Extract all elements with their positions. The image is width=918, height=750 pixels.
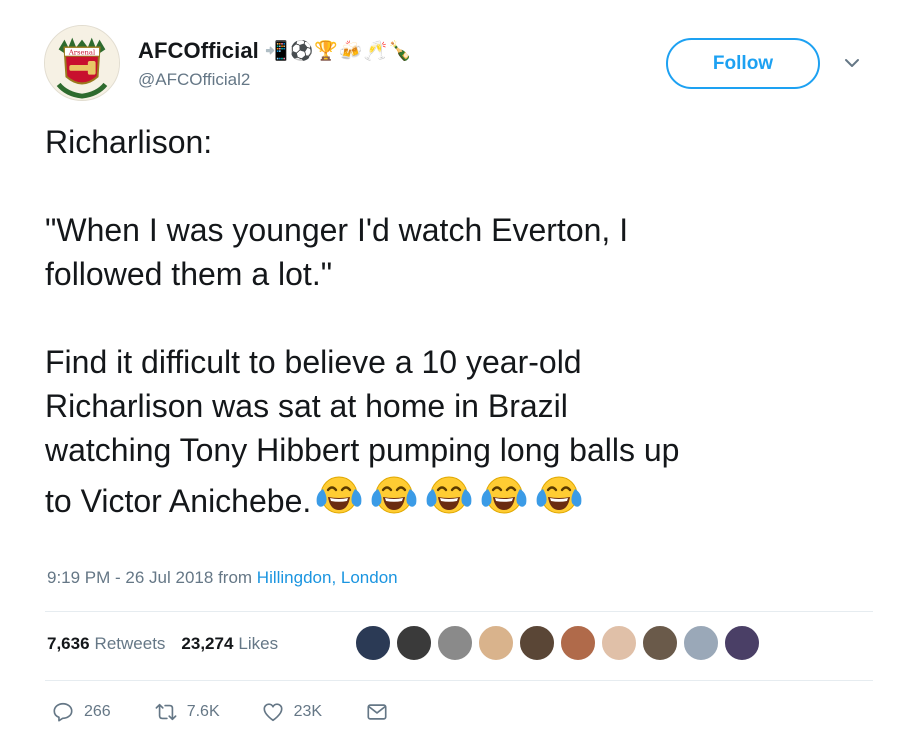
likes-label: Likes bbox=[238, 634, 279, 653]
like-count: 23K bbox=[293, 703, 323, 720]
tears-of-joy-icon bbox=[536, 476, 582, 514]
reply-count: 266 bbox=[84, 703, 111, 720]
likes-stat[interactable]: 23,274 Likes bbox=[181, 634, 278, 654]
envelope-icon bbox=[367, 704, 387, 720]
divider bbox=[45, 611, 873, 612]
liker-avatar[interactable] bbox=[395, 624, 433, 662]
direct-message-button[interactable] bbox=[366, 701, 388, 723]
follow-button[interactable]: Follow bbox=[666, 38, 820, 89]
retweets-stat[interactable]: 7,636 Retweets bbox=[47, 634, 165, 654]
tweet-line: Richarlison was sat at home in Brazil bbox=[45, 388, 568, 424]
tweet-meta: 9:19 PM - 26 Jul 2018 from Hillingdon, L… bbox=[47, 568, 398, 588]
timestamp[interactable]: 9:19 PM - 26 Jul 2018 bbox=[47, 568, 213, 587]
soccer-ball-emoji: ⚽ bbox=[289, 39, 314, 62]
location-link[interactable]: Hillingdon, London bbox=[257, 568, 398, 587]
liker-avatar[interactable] bbox=[723, 624, 761, 662]
tweet-line-last: to Victor Anichebe. bbox=[45, 472, 885, 523]
liker-avatar[interactable] bbox=[477, 624, 515, 662]
liker-avatar[interactable] bbox=[641, 624, 679, 662]
liker-avatar[interactable] bbox=[518, 624, 556, 662]
retweet-button[interactable]: 7.6K bbox=[155, 701, 220, 723]
divider bbox=[45, 680, 873, 681]
liker-avatar[interactable] bbox=[682, 624, 720, 662]
avatar[interactable]: Arsenal bbox=[44, 25, 120, 101]
liker-avatar[interactable] bbox=[600, 624, 638, 662]
tweet-line: followed them a lot." bbox=[45, 256, 333, 292]
like-button[interactable]: 23K bbox=[262, 701, 322, 723]
tweet-line: Richarlison: bbox=[45, 124, 213, 160]
user-handle[interactable]: @AFCOfficial2 bbox=[138, 70, 250, 90]
reply-button[interactable]: 266 bbox=[52, 701, 111, 723]
crest-text: Arsenal bbox=[68, 49, 95, 57]
tears-of-joy-icon bbox=[481, 476, 527, 514]
retweets-count: 7,636 bbox=[47, 634, 90, 653]
reply-icon bbox=[53, 702, 73, 722]
tweet-actions: 266 7.6K 23K bbox=[52, 701, 388, 723]
name-emoji-strip: 📲 ⚽ 🏆 🍻 🥂 🍾 bbox=[264, 39, 412, 62]
tweet-line: watching Tony Hibbert pumping long balls… bbox=[45, 432, 680, 468]
phone-emoji: 📲 bbox=[264, 39, 289, 62]
trophy-emoji: 🏆 bbox=[314, 39, 338, 62]
user-name-row: AFCOfficial 📲 ⚽ 🏆 🍻 🥂 🍾 bbox=[138, 36, 412, 66]
retweet-icon bbox=[155, 703, 177, 721]
chevron-down-icon[interactable] bbox=[843, 54, 861, 72]
beers-emoji: 🍻 bbox=[338, 39, 363, 62]
tears-of-joy-emoji-row bbox=[313, 472, 585, 518]
likes-count: 23,274 bbox=[181, 634, 234, 653]
display-name[interactable]: AFCOfficial bbox=[138, 38, 259, 64]
tweet-line: to Victor Anichebe. bbox=[45, 483, 312, 519]
liker-avatar[interactable] bbox=[354, 624, 392, 662]
liker-avatar[interactable] bbox=[559, 624, 597, 662]
tweet-stats: 7,636 Retweets 23,274 Likes bbox=[47, 634, 278, 654]
tears-of-joy-icon bbox=[316, 476, 362, 514]
heart-icon bbox=[263, 703, 283, 722]
tweet-line: Find it difficult to believe a 10 year-o… bbox=[45, 344, 582, 380]
champagne-bottle-emoji: 🍾 bbox=[388, 39, 412, 62]
tweet-text: Richarlison: "When I was younger I'd wat… bbox=[45, 120, 885, 523]
retweets-label: Retweets bbox=[94, 634, 166, 653]
tweet-line: "When I was younger I'd watch Everton, I bbox=[45, 212, 629, 248]
tears-of-joy-icon bbox=[426, 476, 472, 514]
champagne-glasses-emoji: 🥂 bbox=[363, 39, 388, 62]
tears-of-joy-icon bbox=[371, 476, 417, 514]
liker-avatars bbox=[354, 624, 761, 662]
from-label: from bbox=[218, 568, 253, 587]
liker-avatar[interactable] bbox=[436, 624, 474, 662]
arsenal-crest-icon: Arsenal bbox=[45, 26, 119, 100]
retweet-count: 7.6K bbox=[186, 703, 220, 720]
